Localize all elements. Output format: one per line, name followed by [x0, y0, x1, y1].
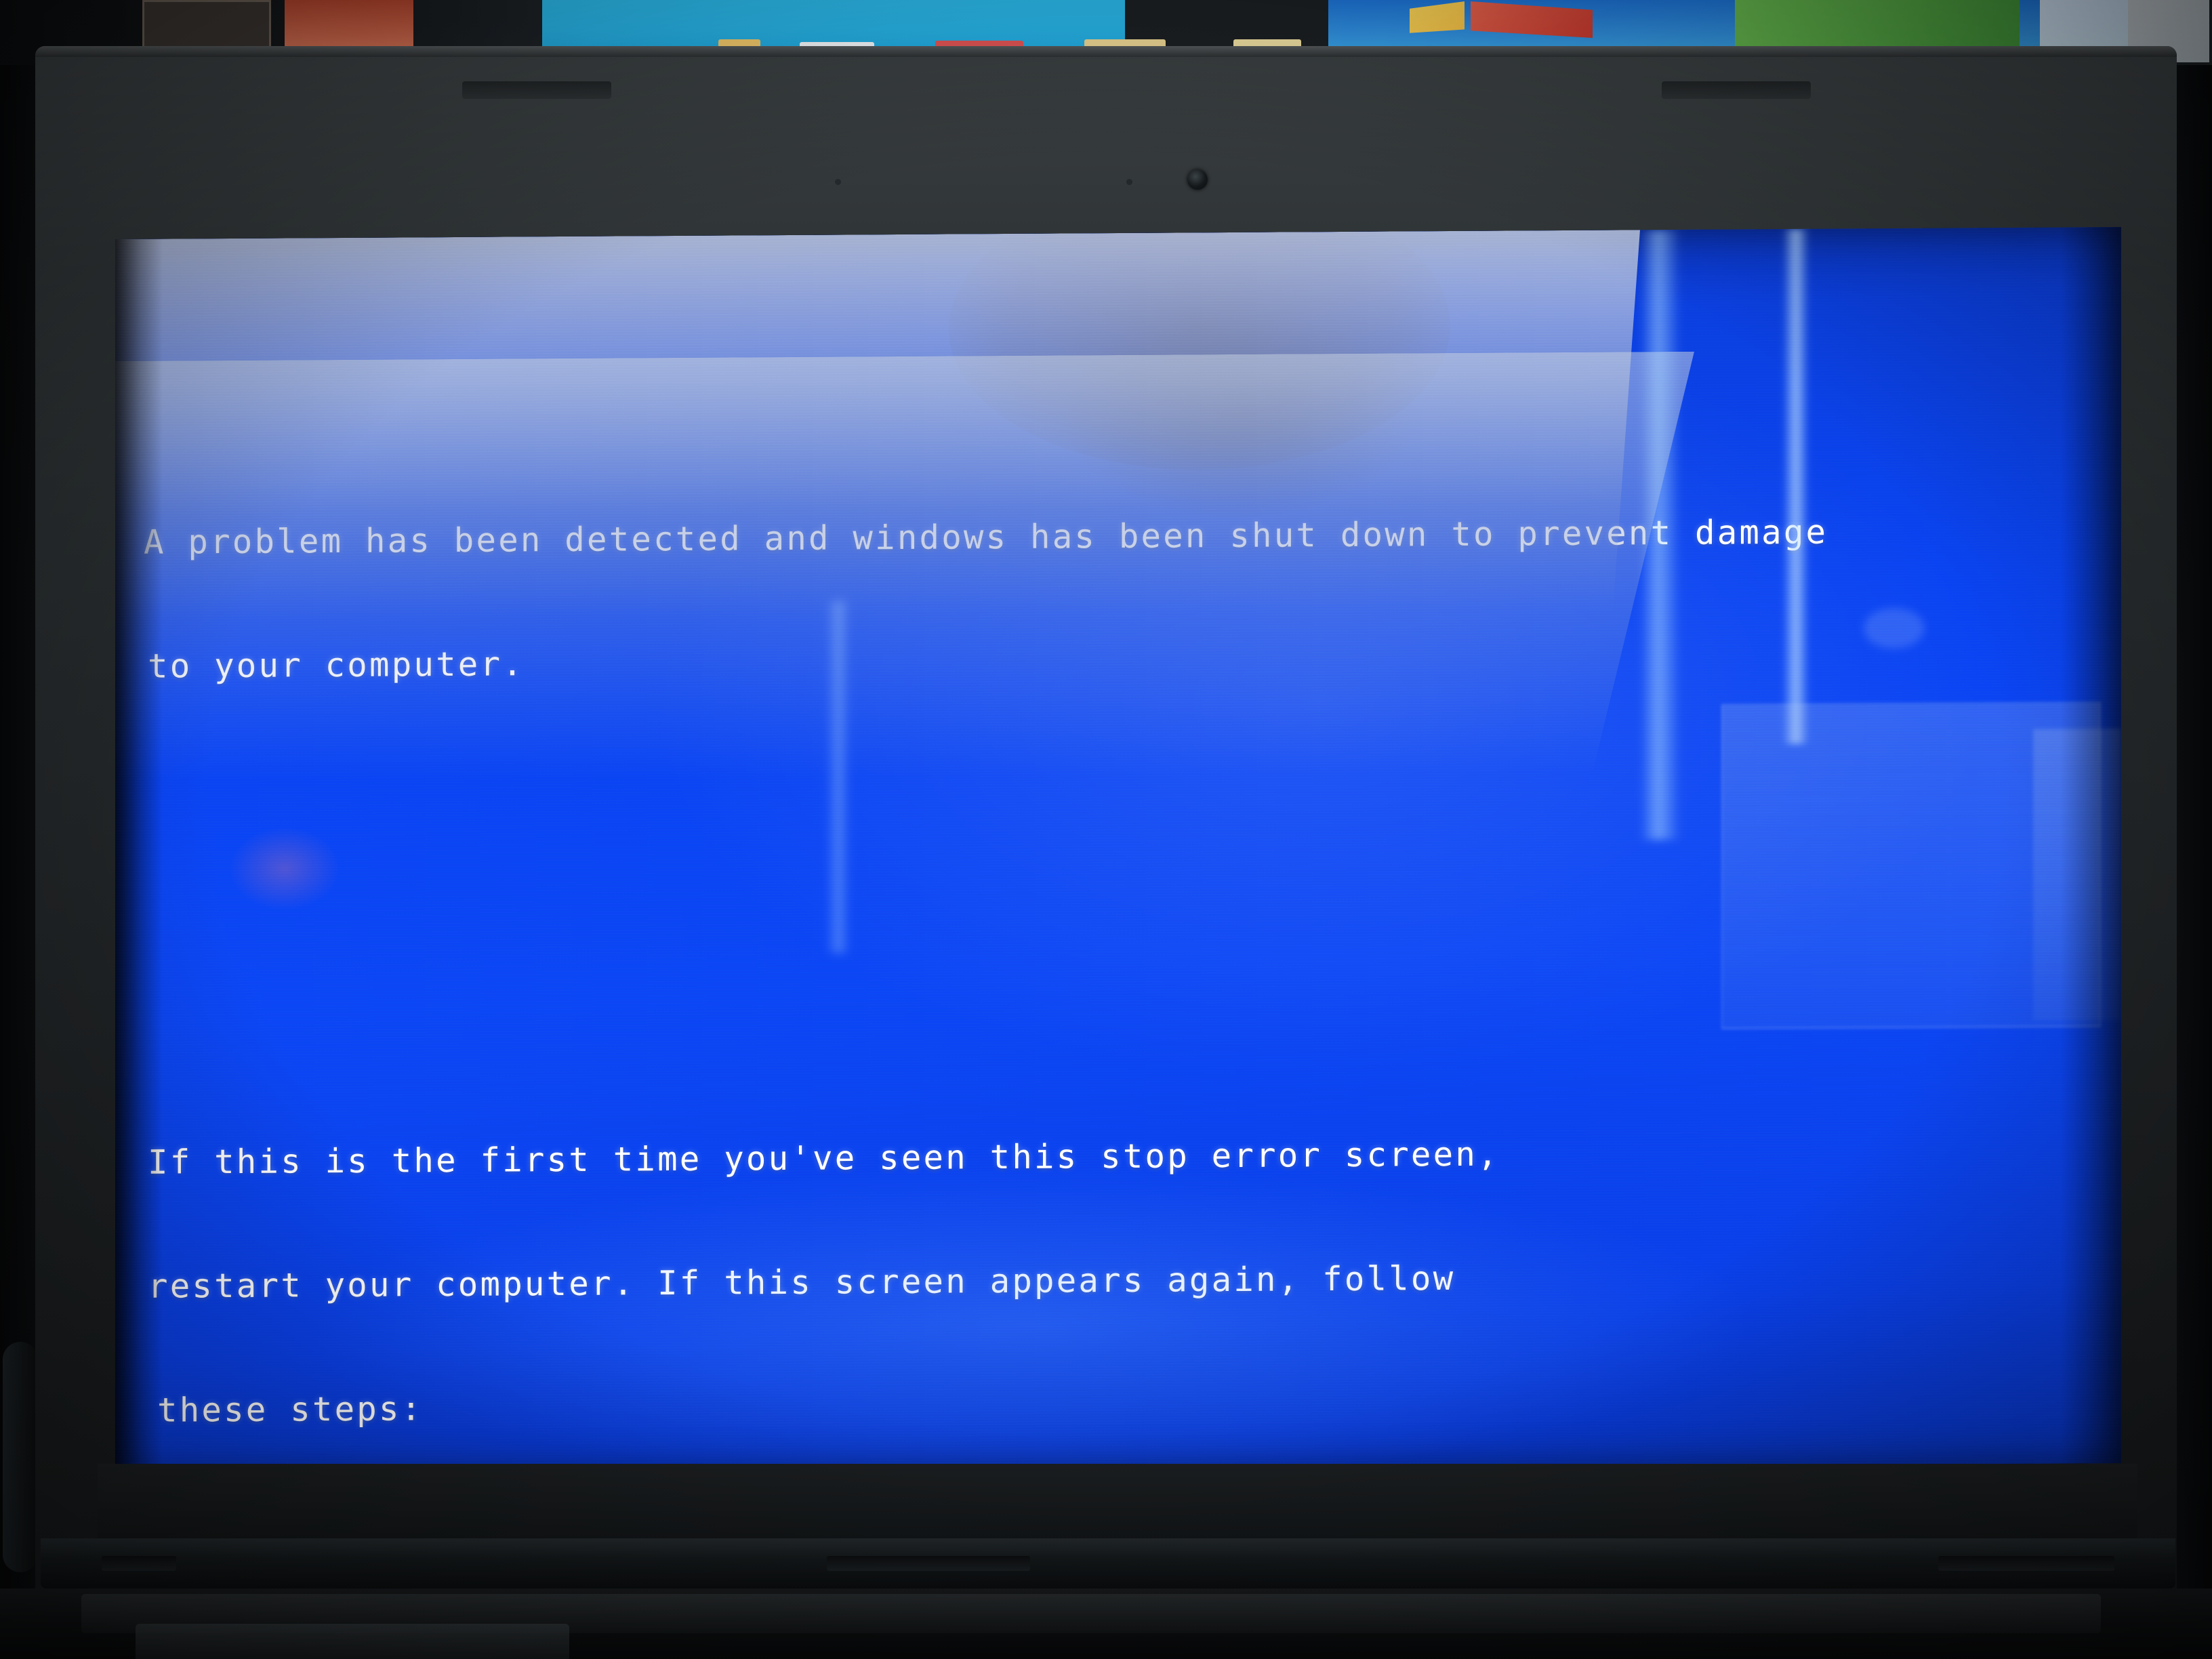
hinge-vent [102, 1556, 176, 1571]
microphone-right-icon [1126, 179, 1132, 185]
room-right-dark-area [2171, 65, 2212, 1659]
microphone-left-icon [835, 179, 841, 185]
bsod-line: If this is the first time you've seen th… [148, 1134, 1500, 1182]
photo-scene: A problem has been detected and windows … [0, 0, 2212, 1659]
lid-notch-left [462, 81, 611, 99]
webcam-icon [1187, 169, 1208, 190]
hinge-vent [827, 1556, 1030, 1571]
lid-notch-right [1662, 81, 1811, 99]
lid-top-edge [35, 46, 2177, 57]
bsod-line: A problem has been detected and windows … [144, 512, 1828, 562]
bsod-line: restart your computer. If this screen ap… [148, 1258, 1456, 1306]
laptop-screen: A problem has been detected and windows … [115, 226, 2121, 1476]
laptop-hinge [41, 1538, 2175, 1589]
bsod-paragraph-first-time: If this is the first time you've seen th… [115, 1047, 2121, 1475]
power-cable [3, 1342, 38, 1572]
laptop-lid: A problem has been detected and windows … [35, 46, 2177, 1659]
hinge-vent [1938, 1556, 2114, 1571]
bsod-line: to your computer. [148, 644, 525, 686]
bsod-line: these steps: [157, 1389, 424, 1430]
bsod-paragraph-intro: A problem has been detected and windows … [115, 427, 2121, 770]
bsod-screen: A problem has been detected and windows … [115, 227, 2121, 1475]
laptop-keyboard-deck [136, 1624, 569, 1659]
bsod-spacer [115, 882, 2121, 935]
